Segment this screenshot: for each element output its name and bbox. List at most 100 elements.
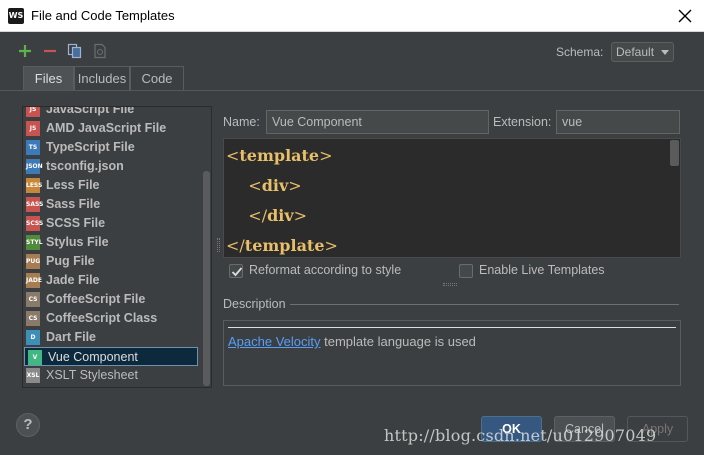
code-bracket: >	[324, 236, 338, 255]
list-item-label: JavaScript File	[46, 106, 135, 116]
file-type-icon: PUG	[26, 254, 40, 269]
tab-code[interactable]: Code	[130, 66, 184, 90]
apache-velocity-link[interactable]: Apache Velocity	[228, 334, 321, 349]
list-item[interactable]: CS CoffeeScript File	[23, 290, 203, 309]
template-editor[interactable]: <template> <div> </div> </template>	[223, 138, 681, 258]
webstorm-icon: WS	[8, 8, 24, 24]
close-icon[interactable]	[674, 5, 696, 27]
list-item[interactable]: SCSS SCSS File	[23, 214, 203, 233]
live-templates-label: Enable Live Templates	[479, 263, 605, 277]
list-item[interactable]: PUG Pug File	[23, 252, 203, 271]
list-item-label: TypeScript File	[46, 140, 135, 154]
description-separator	[290, 304, 679, 305]
list-item[interactable]: D Dart File	[23, 328, 203, 347]
description-panel: Apache Velocity template language is use…	[223, 320, 681, 386]
code-tag: div	[261, 176, 289, 195]
reformat-checkbox[interactable]	[229, 264, 243, 278]
file-type-icon: JS	[26, 121, 40, 136]
help-button[interactable]: ?	[16, 413, 40, 437]
horizontal-splitter-handle[interactable]	[443, 283, 457, 286]
name-input[interactable]: Vue Component	[266, 110, 489, 134]
code-bracket: >	[319, 146, 333, 165]
file-type-icon: D	[26, 330, 40, 345]
code-bracket: </	[226, 236, 245, 255]
extension-label: Extension:	[493, 115, 552, 129]
file-type-icon: JS	[26, 107, 40, 117]
list-item-label: CoffeeScript File	[46, 292, 146, 306]
plus-icon[interactable]	[17, 43, 33, 59]
editor-scrollbar-thumb[interactable]	[670, 140, 679, 166]
list-item[interactable]: JS AMD JavaScript File	[23, 119, 203, 138]
list-item[interactable]: JSON tsconfig.json	[23, 157, 203, 176]
list-item[interactable]: CS CoffeeScript Class	[23, 309, 203, 328]
schema-select[interactable]: Default	[611, 42, 674, 62]
description-rule	[228, 327, 676, 328]
chevron-down-icon	[661, 50, 669, 55]
template-list[interactable]: JS JavaScript File JS AMD JavaScript File TS…	[22, 106, 212, 388]
code-bracket: <	[248, 176, 262, 195]
tab-divider	[0, 90, 704, 91]
file-type-icon: LESS	[26, 178, 42, 193]
reset-icon[interactable]	[92, 43, 108, 59]
code-bracket: </	[248, 206, 268, 225]
list-item-label: CoffeeScript Class	[46, 311, 158, 325]
file-type-icon: JSON	[26, 159, 43, 174]
list-item-label: Dart File	[46, 330, 97, 344]
file-type-icon: XSL	[26, 368, 40, 383]
list-item-label: Pug File	[46, 254, 95, 268]
minus-icon[interactable]	[42, 43, 58, 59]
file-type-icon: TS	[26, 140, 40, 155]
list-item-label: Jade File	[46, 273, 100, 287]
list-item-label: tsconfig.json	[46, 159, 124, 173]
splitter-handle[interactable]	[217, 238, 220, 252]
list-scrollbar[interactable]	[202, 107, 211, 387]
code-bracket: >	[293, 206, 308, 225]
copy-icon[interactable]	[67, 43, 83, 59]
file-type-icon: SASS	[26, 197, 43, 212]
list-item-label: Sass File	[46, 197, 101, 211]
code-bracket: >	[288, 176, 302, 195]
code-line: </div>	[226, 206, 307, 225]
list-item-label: XSLT Stylesheet	[46, 368, 138, 382]
list-item[interactable]: JS JavaScript File	[23, 106, 203, 119]
file-type-icon: CS	[26, 292, 40, 307]
code-line: <div>	[226, 176, 302, 195]
list-item[interactable]: XSL XSLT Stylesheet	[23, 366, 203, 385]
list-item[interactable]: JADE Jade File	[23, 271, 203, 290]
list-item[interactable]: LESS Less File	[23, 176, 203, 195]
file-type-icon: JADE	[26, 273, 42, 288]
tab-files[interactable]: Files	[23, 66, 74, 90]
tab-includes[interactable]: Includes	[74, 66, 130, 90]
file-type-icon: SCSS	[26, 216, 43, 231]
list-item[interactable]: V Vue Component	[24, 347, 198, 366]
file-type-icon: STYL	[26, 235, 43, 250]
list-item[interactable]: SASS Sass File	[23, 195, 203, 214]
live-templates-checkbox[interactable]	[459, 264, 473, 278]
list-item-label: AMD JavaScript File	[46, 121, 167, 135]
description-label: Description	[223, 297, 286, 311]
name-label: Name:	[223, 115, 260, 129]
watermark-text: http://blog.csdn.net/u012907049	[384, 426, 657, 445]
code-tag: div	[267, 206, 294, 225]
list-item-label: Vue Component	[48, 350, 138, 364]
list-item[interactable]: STYL Stylus File	[23, 233, 203, 252]
extension-input[interactable]: vue	[556, 110, 680, 134]
list-item-label: Less File	[46, 178, 100, 192]
code-line: </template>	[226, 236, 338, 255]
code-tag: template	[239, 146, 320, 165]
list-item-label: Stylus File	[46, 235, 109, 249]
file-type-icon: CS	[26, 311, 40, 326]
schema-value: Default	[616, 45, 655, 59]
schema-label: Schema:	[556, 45, 604, 59]
code-tag: template	[244, 236, 325, 255]
code-bracket: <	[226, 146, 240, 165]
reformat-label: Reformat according to style	[249, 263, 402, 277]
code-line: <template>	[226, 146, 333, 165]
title-bar: WS File and Code Templates	[0, 0, 704, 32]
list-item[interactable]: TS TypeScript File	[23, 138, 203, 157]
file-type-icon: V	[28, 350, 42, 365]
list-scrollbar-thumb[interactable]	[203, 171, 210, 386]
window-title: File and Code Templates	[31, 8, 175, 23]
